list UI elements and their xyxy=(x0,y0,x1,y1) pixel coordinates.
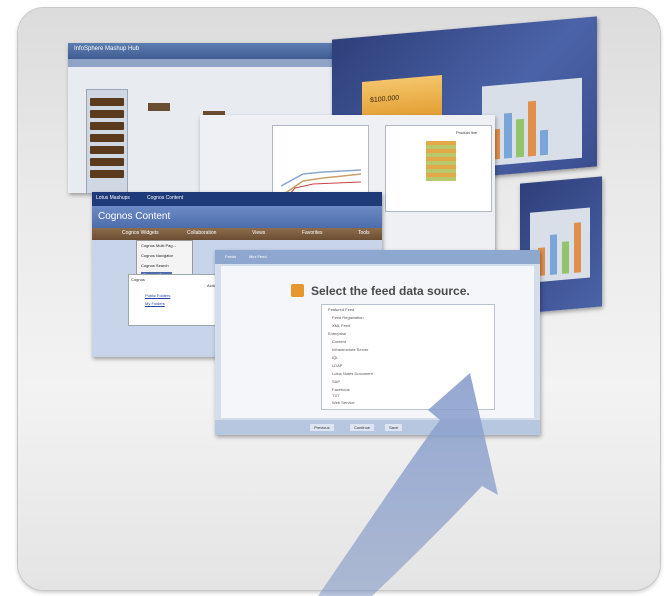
curved-arrow-icon xyxy=(318,373,498,596)
